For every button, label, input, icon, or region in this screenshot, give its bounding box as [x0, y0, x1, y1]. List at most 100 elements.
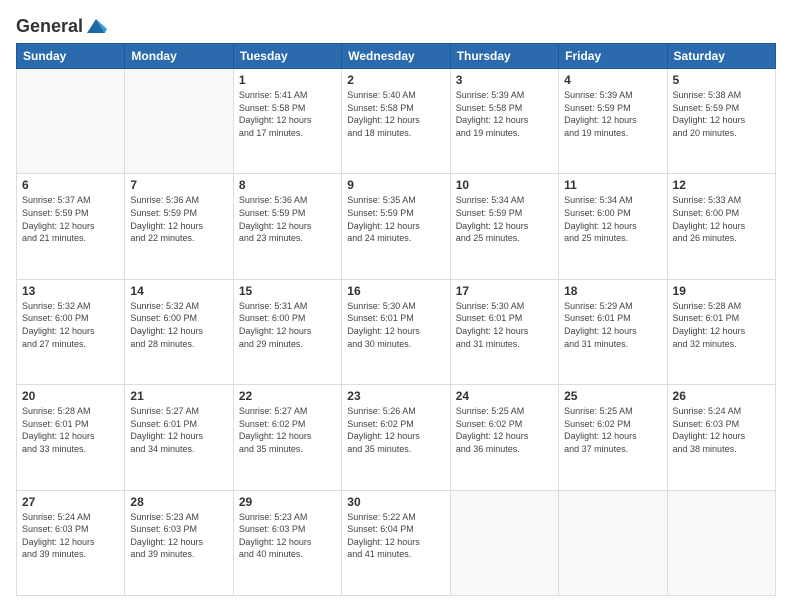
day-info: Sunrise: 5:39 AM Sunset: 5:59 PM Dayligh…: [564, 89, 661, 139]
week-row-3: 13 Sunrise: 5:32 AM Sunset: 6:00 PM Dayli…: [17, 279, 776, 384]
day-number: 22: [239, 389, 336, 403]
day-cell-4: 4 Sunrise: 5:39 AM Sunset: 5:59 PM Daylig…: [559, 69, 667, 174]
empty-cell: [125, 69, 233, 174]
weekday-header-sunday: Sunday: [17, 44, 125, 69]
page: General SundayMondayTuesdayWednesdayThur…: [0, 0, 792, 612]
day-cell-7: 7Sunrise: 5:36 AM Sunset: 5:59 PM Daylig…: [125, 174, 233, 279]
day-number: 11: [564, 178, 661, 192]
day-cell-10: 10 Sunrise: 5:34 AM Sunset: 5:59 PM Dayli…: [450, 174, 558, 279]
day-number: 2: [347, 73, 444, 87]
logo-text-general: General: [16, 16, 83, 37]
day-number: 20: [22, 389, 119, 403]
day-info: Sunrise: 5:29 AM Sunset: 6:01 PM Dayligh…: [564, 300, 661, 350]
week-row-4: 20 Sunrise: 5:28 AM Sunset: 6:01 PM Dayli…: [17, 385, 776, 490]
day-cell-5: 5 Sunrise: 5:38 AM Sunset: 5:59 PM Daylig…: [667, 69, 775, 174]
header: General: [16, 16, 776, 33]
day-cell-17: 17 Sunrise: 5:30 AM Sunset: 6:01 PM Dayli…: [450, 279, 558, 384]
day-info: Sunrise: 5:37 AM Sunset: 5:59 PM Dayligh…: [22, 194, 119, 244]
day-cell-29: 29 Sunrise: 5:23 AM Sunset: 6:03 PM Dayli…: [233, 490, 341, 595]
day-number: 19: [673, 284, 770, 298]
day-number: 17: [456, 284, 553, 298]
day-number: 25: [564, 389, 661, 403]
week-row-2: 6 Sunrise: 5:37 AM Sunset: 5:59 PM Daylig…: [17, 174, 776, 279]
day-number: 5: [673, 73, 770, 87]
day-cell-2: 2 Sunrise: 5:40 AM Sunset: 5:58 PM Daylig…: [342, 69, 450, 174]
day-number: 30: [347, 495, 444, 509]
day-cell-30: 30 Sunrise: 5:22 AM Sunset: 6:04 PM Dayli…: [342, 490, 450, 595]
empty-cell: [17, 69, 125, 174]
day-cell-23: 23Sunrise: 5:26 AM Sunset: 6:02 PM Dayli…: [342, 385, 450, 490]
day-number: 8: [239, 178, 336, 192]
day-info: Sunrise: 5:27 AM Sunset: 6:02 PM Dayligh…: [239, 405, 336, 455]
day-cell-6: 6 Sunrise: 5:37 AM Sunset: 5:59 PM Daylig…: [17, 174, 125, 279]
day-info: Sunrise: 5:22 AM Sunset: 6:04 PM Dayligh…: [347, 511, 444, 561]
day-cell-8: 8 Sunrise: 5:36 AM Sunset: 5:59 PM Daylig…: [233, 174, 341, 279]
day-cell-11: 11 Sunrise: 5:34 AM Sunset: 6:00 PM Dayli…: [559, 174, 667, 279]
day-cell-16: 16Sunrise: 5:30 AM Sunset: 6:01 PM Dayli…: [342, 279, 450, 384]
day-cell-13: 13 Sunrise: 5:32 AM Sunset: 6:00 PM Dayli…: [17, 279, 125, 384]
day-info: Sunrise: 5:41 AM Sunset: 5:58 PM Dayligh…: [239, 89, 336, 139]
empty-cell: [667, 490, 775, 595]
day-info: Sunrise: 5:30 AM Sunset: 6:01 PM Dayligh…: [347, 300, 444, 350]
day-cell-18: 18 Sunrise: 5:29 AM Sunset: 6:01 PM Dayli…: [559, 279, 667, 384]
day-cell-3: 3Sunrise: 5:39 AM Sunset: 5:58 PM Daylig…: [450, 69, 558, 174]
day-info: Sunrise: 5:32 AM Sunset: 6:00 PM Dayligh…: [130, 300, 227, 350]
day-info: Sunrise: 5:30 AM Sunset: 6:01 PM Dayligh…: [456, 300, 553, 350]
day-info: Sunrise: 5:34 AM Sunset: 5:59 PM Dayligh…: [456, 194, 553, 244]
day-number: 21: [130, 389, 227, 403]
day-info: Sunrise: 5:38 AM Sunset: 5:59 PM Dayligh…: [673, 89, 770, 139]
day-cell-27: 27 Sunrise: 5:24 AM Sunset: 6:03 PM Dayli…: [17, 490, 125, 595]
day-info: Sunrise: 5:23 AM Sunset: 6:03 PM Dayligh…: [130, 511, 227, 561]
day-info: Sunrise: 5:25 AM Sunset: 6:02 PM Dayligh…: [564, 405, 661, 455]
day-number: 29: [239, 495, 336, 509]
empty-cell: [559, 490, 667, 595]
day-number: 28: [130, 495, 227, 509]
logo-icon: [85, 15, 107, 37]
day-info: Sunrise: 5:24 AM Sunset: 6:03 PM Dayligh…: [22, 511, 119, 561]
day-info: Sunrise: 5:24 AM Sunset: 6:03 PM Dayligh…: [673, 405, 770, 455]
day-number: 3: [456, 73, 553, 87]
day-cell-28: 28 Sunrise: 5:23 AM Sunset: 6:03 PM Dayli…: [125, 490, 233, 595]
day-number: 6: [22, 178, 119, 192]
day-number: 1: [239, 73, 336, 87]
day-cell-25: 25 Sunrise: 5:25 AM Sunset: 6:02 PM Dayli…: [559, 385, 667, 490]
day-number: 14: [130, 284, 227, 298]
weekday-header-friday: Friday: [559, 44, 667, 69]
day-number: 12: [673, 178, 770, 192]
day-cell-12: 12 Sunrise: 5:33 AM Sunset: 6:00 PM Dayli…: [667, 174, 775, 279]
week-row-1: 1 Sunrise: 5:41 AM Sunset: 5:58 PM Daylig…: [17, 69, 776, 174]
day-info: Sunrise: 5:36 AM Sunset: 5:59 PM Dayligh…: [239, 194, 336, 244]
day-cell-22: 22 Sunrise: 5:27 AM Sunset: 6:02 PM Dayli…: [233, 385, 341, 490]
day-number: 7: [130, 178, 227, 192]
weekday-header-wednesday: Wednesday: [342, 44, 450, 69]
day-info: Sunrise: 5:31 AM Sunset: 6:00 PM Dayligh…: [239, 300, 336, 350]
day-info: Sunrise: 5:33 AM Sunset: 6:00 PM Dayligh…: [673, 194, 770, 244]
day-cell-14: 14 Sunrise: 5:32 AM Sunset: 6:00 PM Dayli…: [125, 279, 233, 384]
day-number: 15: [239, 284, 336, 298]
logo: General: [16, 16, 107, 33]
day-info: Sunrise: 5:34 AM Sunset: 6:00 PM Dayligh…: [564, 194, 661, 244]
day-number: 13: [22, 284, 119, 298]
weekday-header-row: SundayMondayTuesdayWednesdayThursdayFrid…: [17, 44, 776, 69]
day-cell-26: 26Sunrise: 5:24 AM Sunset: 6:03 PM Dayli…: [667, 385, 775, 490]
day-info: Sunrise: 5:28 AM Sunset: 6:01 PM Dayligh…: [22, 405, 119, 455]
day-cell-15: 15 Sunrise: 5:31 AM Sunset: 6:00 PM Dayli…: [233, 279, 341, 384]
day-info: Sunrise: 5:23 AM Sunset: 6:03 PM Dayligh…: [239, 511, 336, 561]
day-number: 18: [564, 284, 661, 298]
day-info: Sunrise: 5:40 AM Sunset: 5:58 PM Dayligh…: [347, 89, 444, 139]
weekday-header-saturday: Saturday: [667, 44, 775, 69]
day-number: 23: [347, 389, 444, 403]
day-cell-20: 20 Sunrise: 5:28 AM Sunset: 6:01 PM Dayli…: [17, 385, 125, 490]
day-number: 10: [456, 178, 553, 192]
day-number: 9: [347, 178, 444, 192]
weekday-header-monday: Monday: [125, 44, 233, 69]
day-cell-9: 9 Sunrise: 5:35 AM Sunset: 5:59 PM Daylig…: [342, 174, 450, 279]
day-cell-21: 21Sunrise: 5:27 AM Sunset: 6:01 PM Dayli…: [125, 385, 233, 490]
day-info: Sunrise: 5:28 AM Sunset: 6:01 PM Dayligh…: [673, 300, 770, 350]
day-cell-19: 19 Sunrise: 5:28 AM Sunset: 6:01 PM Dayli…: [667, 279, 775, 384]
day-info: Sunrise: 5:35 AM Sunset: 5:59 PM Dayligh…: [347, 194, 444, 244]
day-number: 4: [564, 73, 661, 87]
day-number: 27: [22, 495, 119, 509]
day-info: Sunrise: 5:32 AM Sunset: 6:00 PM Dayligh…: [22, 300, 119, 350]
empty-cell: [450, 490, 558, 595]
